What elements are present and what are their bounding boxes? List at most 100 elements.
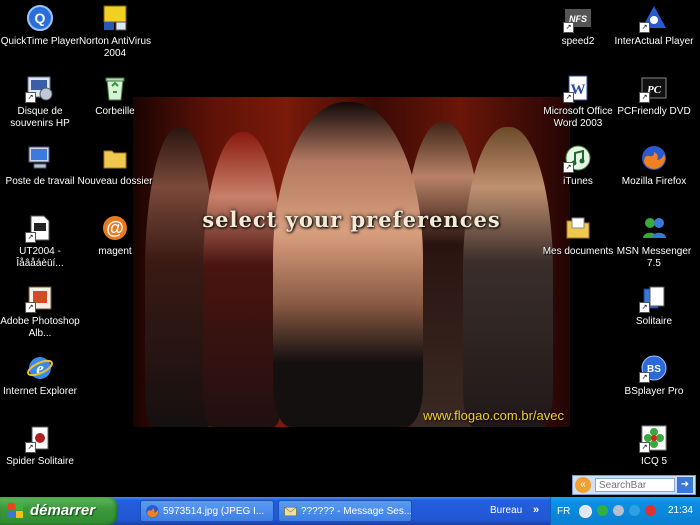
start-label: démarrer xyxy=(30,502,96,519)
desktop-icon-label: magent xyxy=(98,246,132,257)
language-indicator[interactable]: FR xyxy=(557,506,570,517)
desktop-icon-label: Spider Solitaire xyxy=(6,456,74,467)
desktop-icon-label: Nouveau dossier xyxy=(77,176,153,187)
desktop-icon-label: BSplayer Pro xyxy=(624,386,684,397)
tray-collapse-icon[interactable] xyxy=(579,505,592,518)
desktop-icon-label: Microsoft Office Word 2003 xyxy=(543,106,613,129)
computer-icon xyxy=(26,144,54,172)
start-button[interactable]: démarrer xyxy=(0,497,118,525)
desktop-icon-label: speed2 xyxy=(561,36,595,47)
shortcut-arrow-icon: ↗ xyxy=(25,302,36,313)
search-toolbar: « ➜ xyxy=(572,475,696,495)
wallpaper-image: select your preferences www.flogao.com.b… xyxy=(133,97,570,427)
shortcut-arrow-icon: ↗ xyxy=(639,302,650,313)
desktop-icon-ut2004[interactable]: ↗ UT2004 - Îåâåáèüí... xyxy=(0,214,80,270)
desktop-icon-pcfriendly-dvd[interactable]: PC ↗ PCFriendly DVD xyxy=(614,74,694,118)
itunes-icon: ↗ xyxy=(563,144,592,173)
desktop-icon-label: ICQ 5 xyxy=(640,456,668,467)
desktop-icon-label: UT2004 - Îåâåáèüí... xyxy=(16,246,64,269)
desktop-icon-label: Norton AntiVirus 2004 xyxy=(78,36,152,59)
quicktime-icon: Q xyxy=(26,4,54,32)
desktop-icon-label: iTunes xyxy=(563,176,593,187)
shortcut-arrow-icon: ↗ xyxy=(563,92,574,103)
msn-messenger-icon xyxy=(640,214,668,242)
firefox-icon xyxy=(145,504,160,519)
internet-explorer-icon: e xyxy=(26,354,54,382)
search-input[interactable] xyxy=(595,478,675,492)
desktop-icon-label: MSN Messenger 7.5 xyxy=(616,246,692,269)
tray-app-icon[interactable] xyxy=(613,505,624,516)
taskbar-item-message-session[interactable]: ?????? - Message Ses... xyxy=(278,500,412,522)
desktop-icon-icq[interactable]: ↗ ICQ 5 xyxy=(614,424,694,468)
desktop-icon-quicktime[interactable]: Q QuickTime Player xyxy=(0,4,80,48)
recycle-bin-icon xyxy=(101,74,129,102)
desktop-icon-adobe-photoshop-album[interactable]: ↗ Adobe Photoshop Alb... xyxy=(0,284,80,340)
desktop-icon-label: Solitaire xyxy=(635,316,673,327)
wallpaper-figure xyxy=(273,102,423,427)
desktop-icon-magent[interactable]: @ magent xyxy=(75,214,155,258)
taskbar-item-label: ?????? - Message Ses... xyxy=(301,506,412,517)
desktop-icon-label: Mes documents xyxy=(542,246,614,257)
desktop-icon-label: Corbeille xyxy=(95,106,135,117)
windows-logo-icon xyxy=(8,503,24,519)
desktop-icon-spider-solitaire[interactable]: ↗ Spider Solitaire xyxy=(0,424,80,468)
photoshop-album-icon: ↗ xyxy=(25,284,54,313)
desktop-icon-label: Mozilla Firefox xyxy=(621,176,687,187)
word-icon: W ↗ xyxy=(563,74,592,103)
message-session-icon xyxy=(283,504,298,519)
documents-folder-icon xyxy=(564,214,592,242)
wallpaper-figure xyxy=(203,132,283,427)
hp-disc-icon: ↗ xyxy=(25,74,54,103)
desktop-icon-internet-explorer[interactable]: e Internet Explorer xyxy=(0,354,80,398)
solitaire-icon: ↗ xyxy=(639,284,668,313)
document-icon: ↗ xyxy=(25,214,54,243)
desktop-icon-norton-antivirus[interactable]: Norton AntiVirus 2004 xyxy=(75,4,155,60)
desktop-icon-label: Internet Explorer xyxy=(3,386,77,397)
firefox-icon xyxy=(640,144,668,172)
spider-solitaire-icon: ↗ xyxy=(25,424,54,453)
bsplayer-icon: BS ↗ xyxy=(639,354,668,383)
toolbar-chevron-icon[interactable]: » xyxy=(533,497,539,523)
shortcut-arrow-icon: ↗ xyxy=(563,22,574,33)
tray-network-icon[interactable] xyxy=(597,505,608,516)
desktop-icon-label: Disque de souvenirs HP xyxy=(10,106,70,129)
taskbar-item-firefox-image[interactable]: 5973514.jpg (JPEG I... xyxy=(140,500,274,522)
desktop: select your preferences www.flogao.com.b… xyxy=(0,0,700,497)
taskbar: démarrer 5973514.jpg (JPEG I... ?????? -… xyxy=(0,497,700,525)
back-arrow-icon[interactable]: « xyxy=(575,477,591,493)
search-go-button[interactable]: ➜ xyxy=(677,477,693,493)
desktop-icon-poste-de-travail[interactable]: Poste de travail xyxy=(0,144,80,188)
desktop-icon-itunes[interactable]: ↗ iTunes xyxy=(538,144,618,188)
clock[interactable]: 21:34 xyxy=(668,505,693,516)
shortcut-arrow-icon: ↗ xyxy=(25,232,36,243)
desktop-icon-mozilla-firefox[interactable]: Mozilla Firefox xyxy=(614,144,694,188)
desktop-icon-label: PCFriendly DVD xyxy=(617,106,691,117)
magent-glyph: @ xyxy=(106,218,124,238)
desktop-icon-disque-souvenirs[interactable]: ↗ Disque de souvenirs HP xyxy=(0,74,80,130)
shortcut-arrow-icon: ↗ xyxy=(563,162,574,173)
desktop-icon-label: InterActual Player xyxy=(614,36,694,47)
pcfriendly-icon: PC ↗ xyxy=(639,74,668,103)
desktop-icon-nouveau-dossier[interactable]: Nouveau dossier xyxy=(75,144,155,188)
desktop-icon-solitaire[interactable]: ↗ Solitaire xyxy=(614,284,694,328)
desktop-icon-mes-documents[interactable]: Mes documents xyxy=(538,214,618,258)
shortcut-arrow-icon: ↗ xyxy=(639,442,650,453)
shortcut-arrow-icon: ↗ xyxy=(25,92,36,103)
shortcut-arrow-icon: ↗ xyxy=(25,442,36,453)
quicktime-glyph: Q xyxy=(35,10,46,26)
tray-messenger-icon[interactable] xyxy=(629,505,640,516)
system-tray: FR 21:34 xyxy=(550,497,700,525)
desktop-icon-microsoft-word[interactable]: W ↗ Microsoft Office Word 2003 xyxy=(538,74,618,130)
tray-antivirus-icon[interactable] xyxy=(645,505,656,516)
bureau-label: Bureau xyxy=(490,505,523,516)
desktop-icon-interactual-player[interactable]: ↗ InterActual Player xyxy=(614,4,694,48)
folder-icon xyxy=(101,144,129,172)
desktop-icon-msn-messenger[interactable]: MSN Messenger 7.5 xyxy=(614,214,694,270)
icq-flower-icon: ↗ xyxy=(639,424,668,453)
desktop-icon-speed2[interactable]: NFS ↗ speed2 xyxy=(538,4,618,48)
desktop-icon-bsplayer-pro[interactable]: BS ↗ BSplayer Pro xyxy=(614,354,694,398)
desktop-icon-corbeille[interactable]: Corbeille xyxy=(75,74,155,118)
shortcut-arrow-icon: ↗ xyxy=(639,372,650,383)
bureau-toolbar[interactable]: Bureau xyxy=(490,497,548,525)
desktop-icon-label: Adobe Photoshop Alb... xyxy=(0,316,80,339)
